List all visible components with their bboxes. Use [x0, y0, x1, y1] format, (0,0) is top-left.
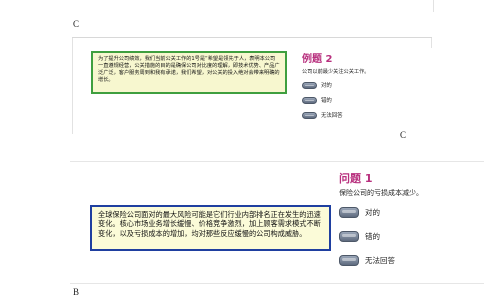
slide-1-left-border [72, 38, 73, 134]
corner-letter-top: C [73, 19, 80, 29]
option-label: 对的 [321, 83, 332, 89]
slide-1-option-true[interactable]: 对的 [302, 81, 332, 89]
option-label: 错的 [365, 232, 380, 241]
option-button-icon[interactable] [302, 81, 317, 89]
slide-2-question-text: 保险公司的亏损成本减少。 [339, 189, 423, 197]
slide-2-passage-text: 全球保险公司面对的最大风险可能是它们行业内部排名正在发生的迅速变化。核心市场业务… [98, 210, 321, 238]
option-button-icon[interactable] [302, 111, 317, 119]
page-edge-divider [433, 0, 434, 12]
option-button-icon[interactable] [339, 231, 359, 242]
slide-2-question-title: 问题 1 [339, 172, 373, 185]
slide-2-option-false[interactable]: 错的 [339, 231, 380, 242]
slide-1-question-title: 例题 2 [302, 54, 333, 65]
slide-separator-line [70, 161, 484, 162]
option-label: 无法回答 [365, 256, 395, 265]
slide-1-question-text: 公司以前最少关注公关工作。 [302, 69, 370, 75]
corner-letter-bottom: B [73, 287, 80, 297]
option-button-icon[interactable] [339, 255, 359, 266]
slide-1-option-false[interactable]: 错的 [302, 96, 332, 104]
slide-2-passage-box: 全球保险公司面对的最大风险可能是它们行业内部排名正在发生的迅速变化。核心市场业务… [90, 205, 331, 251]
slide-2-option-true[interactable]: 对的 [339, 207, 380, 218]
slide-2-option-cannot-say[interactable]: 无法回答 [339, 255, 395, 266]
slide-1-right-border [431, 38, 432, 48]
option-button-icon[interactable] [339, 207, 359, 218]
option-label: 对的 [365, 208, 380, 217]
slide-1-option-cannot-say[interactable]: 无法回答 [302, 111, 343, 119]
option-label: 无法回答 [321, 113, 343, 119]
slide-1-passage-text: 为了提升公司绩效，我们当前公关工作的1号是“希望是领先于人，表明本公司一直遵规经… [98, 56, 280, 84]
option-button-icon[interactable] [302, 96, 317, 104]
option-label: 错的 [321, 98, 332, 104]
bottom-separator-line [70, 283, 484, 284]
slide-1-passage-box: 为了提升公司绩效，我们当前公关工作的1号是“希望是领先于人，表明本公司一直遵规经… [91, 51, 287, 94]
